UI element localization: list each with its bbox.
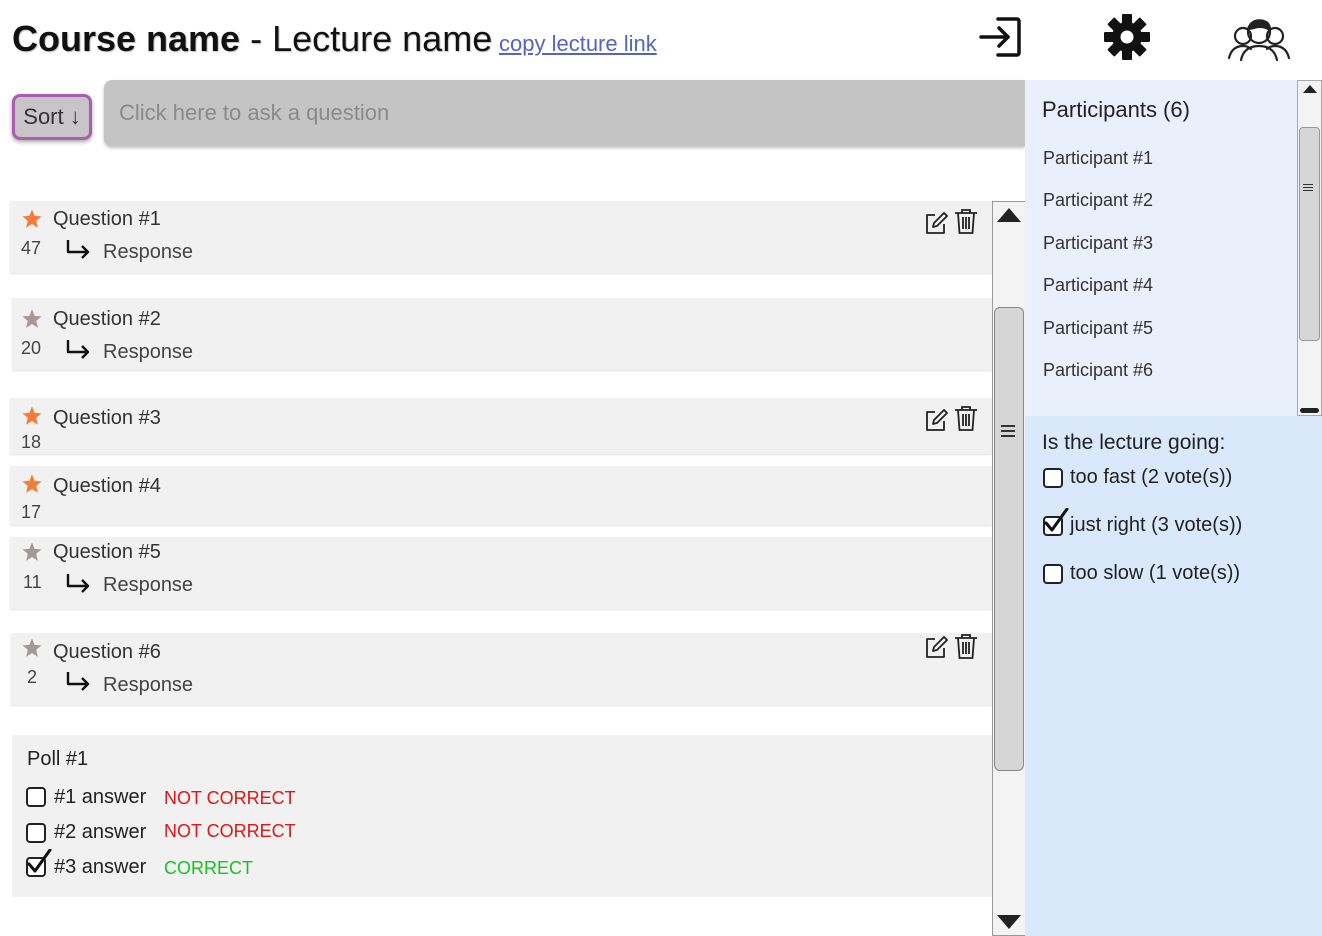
scroll-down-arrow[interactable] xyxy=(1300,408,1319,413)
sort-button[interactable]: Sort ↓ xyxy=(12,94,92,140)
sign-in-icon[interactable] xyxy=(978,14,1024,60)
question-text: Question #2 xyxy=(53,308,161,330)
pace-option-label: just right (3 vote(s)) xyxy=(1070,514,1243,536)
poll-option-label: #1 answer xyxy=(54,786,147,808)
star-icon[interactable] xyxy=(21,541,43,563)
edit-icon[interactable] xyxy=(924,407,948,433)
response-text: Response xyxy=(103,341,194,363)
trash-icon[interactable] xyxy=(954,208,978,234)
pace-option-label: too slow (1 vote(s)) xyxy=(1070,562,1241,584)
response-text: Response xyxy=(103,241,194,263)
participants-title: Participants (6) xyxy=(1042,97,1190,122)
course-name: Course name xyxy=(12,18,241,59)
star-icon[interactable] xyxy=(21,637,43,659)
questions-scrollbar[interactable] xyxy=(992,201,1026,936)
question-card: Question #2 20 Response xyxy=(12,298,992,370)
reply-arrow-icon xyxy=(66,340,90,359)
vote-count: 17 xyxy=(21,502,42,522)
pace-option-checkbox[interactable] xyxy=(1043,468,1063,488)
question-text: Question #6 xyxy=(53,641,161,663)
participant-item[interactable]: Participant #5 xyxy=(1043,318,1153,339)
scroll-thumb[interactable] xyxy=(994,307,1024,771)
response-text: Response xyxy=(103,574,194,596)
question-text: Question #4 xyxy=(53,475,161,497)
response-text: Response xyxy=(103,674,194,696)
poll-option-label: #2 answer xyxy=(54,821,147,843)
star-icon[interactable] xyxy=(21,208,43,230)
check-icon xyxy=(1044,508,1069,532)
reply-arrow-icon xyxy=(66,574,90,593)
scroll-grip-icon xyxy=(1303,184,1313,193)
poll-option-checkbox[interactable] xyxy=(26,787,46,807)
title-separator: - xyxy=(240,18,273,59)
pace-question: Is the lecture going: xyxy=(1042,431,1226,454)
trash-icon[interactable] xyxy=(954,633,978,659)
vote-count: 47 xyxy=(21,238,42,258)
check-icon xyxy=(27,849,52,873)
edit-icon[interactable] xyxy=(924,210,948,236)
scroll-grip-icon xyxy=(1001,425,1015,440)
answer-status: NOT CORRECT xyxy=(164,821,296,841)
pace-option-checkbox[interactable] xyxy=(1043,564,1063,584)
ask-question-input[interactable]: Click here to ask a question xyxy=(104,80,1025,146)
poll-title: Poll #1 xyxy=(27,748,89,770)
participants-icon[interactable] xyxy=(1226,12,1292,64)
participants-panel: Participants (6) Participant #1 Particip… xyxy=(1025,80,1297,416)
participant-item[interactable]: Participant #4 xyxy=(1043,275,1153,296)
question-card: Question #6 2 Response xyxy=(11,633,992,705)
question-text: Question #1 xyxy=(53,208,161,230)
trash-icon[interactable] xyxy=(954,405,978,431)
reply-arrow-icon xyxy=(66,240,90,259)
scroll-up-arrow[interactable] xyxy=(997,208,1021,222)
participants-scrollbar[interactable] xyxy=(1297,80,1322,416)
question-card: Question #3 18 xyxy=(10,398,992,454)
vote-count: 18 xyxy=(21,432,42,452)
participant-item[interactable]: Participant #2 xyxy=(1043,190,1153,211)
star-icon[interactable] xyxy=(21,308,43,330)
vote-count: 11 xyxy=(23,572,42,592)
poll-option-label: #3 answer xyxy=(54,856,147,878)
question-card: Question #1 47 Response xyxy=(10,201,992,273)
scroll-down-arrow[interactable] xyxy=(997,915,1021,929)
answer-status: NOT CORRECT xyxy=(164,788,296,808)
participant-item[interactable]: Participant #1 xyxy=(1043,148,1153,169)
gear-icon[interactable] xyxy=(1102,12,1152,62)
star-icon[interactable] xyxy=(21,405,43,427)
answer-status: CORRECT xyxy=(164,858,253,878)
participant-item[interactable]: Participant #6 xyxy=(1043,360,1153,381)
question-text: Question #5 xyxy=(53,541,161,563)
lecture-name: Lecture name xyxy=(272,18,493,59)
page-title: Course name - Lecture name xyxy=(12,18,492,60)
lecture-pace-panel: Is the lecture going: too fast (2 vote(s… xyxy=(1025,416,1322,936)
question-card: Question #4 17 xyxy=(10,466,992,525)
scroll-up-arrow[interactable] xyxy=(1303,85,1317,93)
vote-count: 2 xyxy=(27,667,38,687)
reply-arrow-icon xyxy=(66,672,90,691)
participant-item[interactable]: Participant #3 xyxy=(1043,233,1153,254)
star-icon[interactable] xyxy=(21,473,43,495)
pace-option-label: too fast (2 vote(s)) xyxy=(1070,466,1233,488)
poll-card: Poll #1 #1 answer NOT CORRECT #2 answer … xyxy=(12,735,992,897)
question-text: Question #3 xyxy=(53,407,161,429)
question-card: Question #5 11 Response xyxy=(10,537,992,609)
edit-icon[interactable] xyxy=(924,634,948,660)
scroll-thumb[interactable] xyxy=(1299,127,1320,341)
vote-count: 20 xyxy=(21,338,42,358)
poll-option-checkbox[interactable] xyxy=(26,823,46,843)
copy-lecture-link[interactable]: copy lecture link xyxy=(499,31,657,57)
